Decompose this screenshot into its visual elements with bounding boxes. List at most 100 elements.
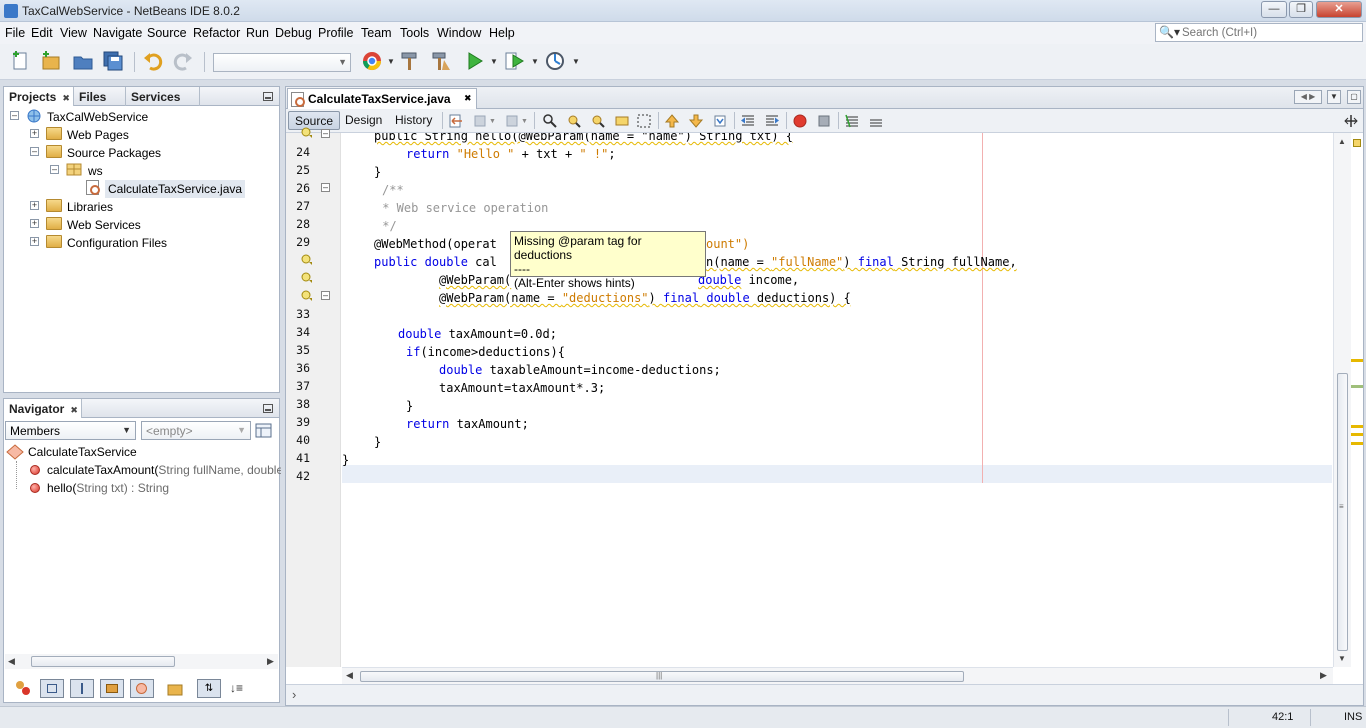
collapse-icon[interactable]: –	[50, 165, 59, 174]
warning-marker[interactable]	[1351, 442, 1363, 445]
stop-macro-icon[interactable]	[816, 113, 832, 129]
tab-navigator[interactable]: Navigator ✖	[4, 399, 82, 418]
menu-edit[interactable]: Edit	[31, 26, 53, 40]
chevron-down-icon[interactable]: ▼	[490, 57, 498, 66]
editor-hscrollbar[interactable]: ◀ ||| ▶	[342, 667, 1333, 684]
scroll-thumb[interactable]: ≡	[1337, 373, 1348, 651]
warning-marker[interactable]	[1351, 433, 1363, 436]
close-icon[interactable]: ✖	[464, 93, 472, 104]
navigator-class-node[interactable]: CalculateTaxService	[6, 443, 276, 461]
tab-services[interactable]: Services	[126, 87, 200, 106]
menu-help[interactable]: Help	[489, 26, 515, 40]
chevron-down-icon[interactable]: ▼	[521, 118, 528, 125]
tab-projects[interactable]: Projects ✖	[4, 87, 74, 106]
search-input[interactable]	[1182, 25, 1360, 40]
menu-debug[interactable]: Debug	[275, 26, 312, 40]
start-macro-icon[interactable]	[792, 113, 808, 129]
search-box[interactable]: 🔍▾	[1155, 23, 1363, 42]
collapse-icon[interactable]: –	[10, 111, 19, 120]
maximize-editor-icon[interactable]: ▢	[1347, 90, 1361, 104]
tab-design[interactable]: Design	[339, 111, 388, 130]
local-classes-filter-button[interactable]	[130, 679, 154, 698]
fold-collapse-icon[interactable]: –	[321, 183, 330, 192]
chevron-down-icon[interactable]: ▼	[387, 57, 395, 66]
debug-project-icon[interactable]	[503, 50, 525, 72]
undo-icon[interactable]	[142, 50, 164, 72]
tab-source[interactable]: Source	[288, 111, 341, 130]
close-icon[interactable]: ✖	[70, 405, 78, 415]
warning-icon[interactable]	[301, 272, 313, 284]
scroll-down-icon[interactable]: ▼	[1338, 654, 1346, 663]
menu-view[interactable]: View	[60, 26, 87, 40]
back-icon[interactable]	[472, 113, 488, 129]
occurrence-marker[interactable]	[1351, 385, 1363, 388]
editor-vscrollbar[interactable]: ▲ ≡ ▼	[1333, 133, 1351, 667]
expand-icon[interactable]: +	[30, 237, 39, 246]
restore-window-button[interactable]: ❐	[1289, 1, 1313, 18]
search-icon[interactable]: 🔍▾	[1159, 25, 1180, 39]
tab-calculate-tax-service[interactable]: CalculateTaxService.java ✖	[287, 88, 477, 109]
scroll-left-icon[interactable]: ◀	[346, 670, 353, 681]
menu-window[interactable]: Window	[437, 26, 481, 40]
redo-icon[interactable]	[172, 50, 194, 72]
last-edit-icon[interactable]	[448, 113, 464, 129]
non-public-filter-button[interactable]	[100, 679, 124, 698]
expand-icon[interactable]: +	[30, 129, 39, 138]
error-stripe[interactable]	[1351, 133, 1363, 667]
warning-icon[interactable]	[301, 254, 313, 266]
minimize-panel-icon[interactable]	[263, 92, 273, 101]
menu-source[interactable]: Source	[147, 26, 187, 40]
shift-left-icon[interactable]	[740, 113, 756, 129]
navigator-options-icon[interactable]	[255, 422, 272, 439]
expand-icon[interactable]: +	[30, 219, 39, 228]
scroll-left-icon[interactable]: ◀	[8, 656, 15, 667]
close-window-button[interactable]: ✕	[1316, 1, 1362, 18]
fold-collapse-icon[interactable]: –	[321, 129, 330, 138]
tab-history[interactable]: History	[389, 111, 438, 130]
menu-tools[interactable]: Tools	[400, 26, 429, 40]
toggle-highlight-icon[interactable]	[614, 113, 630, 129]
forward-icon[interactable]	[504, 113, 520, 129]
toggle-bookmark-icon[interactable]	[712, 113, 728, 129]
menu-file[interactable]: File	[5, 26, 25, 40]
save-all-icon[interactable]	[102, 50, 124, 72]
close-icon[interactable]: ✖	[62, 93, 70, 103]
static-filter-button[interactable]	[70, 679, 94, 698]
menu-run[interactable]: Run	[246, 26, 269, 40]
navigator-member-hello[interactable]: hello(String txt) : String	[6, 479, 281, 497]
comment-icon[interactable]	[844, 113, 860, 129]
minimize-window-button[interactable]: —	[1261, 1, 1287, 18]
chevron-down-icon[interactable]: ▼	[572, 57, 580, 66]
sort-by-name-icon[interactable]: ↓≡	[230, 681, 243, 695]
new-project-icon[interactable]	[40, 50, 62, 72]
tree-item-project[interactable]: – TaxCalWebService	[8, 107, 268, 125]
empty-select[interactable]: <empty> ▼	[141, 421, 251, 440]
split-editor-icon[interactable]	[1343, 113, 1359, 129]
show-opened-documents-icon[interactable]: ▼	[1327, 90, 1341, 104]
find-icon[interactable]	[542, 113, 558, 129]
clean-build-icon[interactable]	[430, 50, 452, 72]
navigator-hscrollbar[interactable]: ◀ ▶	[5, 654, 278, 669]
chevron-down-icon[interactable]: ▼	[489, 118, 496, 125]
sort-by-source-button[interactable]: ⇅	[197, 679, 221, 698]
open-project-icon[interactable]	[72, 50, 94, 72]
find-next-icon[interactable]	[590, 113, 606, 129]
toggle-rect-selection-icon[interactable]	[636, 113, 652, 129]
configuration-select[interactable]: ▼	[213, 53, 351, 72]
shift-right-icon[interactable]	[764, 113, 780, 129]
build-hammer-icon[interactable]	[399, 50, 421, 72]
expand-output-icon[interactable]: ›	[292, 687, 296, 702]
collapse-icon[interactable]: –	[30, 147, 39, 156]
chrome-browser-icon[interactable]	[361, 50, 383, 72]
fields-filter-button[interactable]	[40, 679, 64, 698]
menu-refactor[interactable]: Refactor	[193, 26, 240, 40]
warning-marker[interactable]	[1351, 425, 1363, 428]
previous-bookmark-icon[interactable]	[664, 113, 680, 129]
tree-item-libraries[interactable]: + Libraries	[8, 197, 268, 215]
tree-item-ws-package[interactable]: – ws	[8, 161, 268, 179]
tree-item-source-packages[interactable]: – Source Packages	[8, 143, 268, 161]
warning-summary-icon[interactable]	[1353, 139, 1361, 147]
navigator-member-calculate[interactable]: calculateTaxAmount(String fullName, doub…	[6, 461, 281, 479]
fold-collapse-icon[interactable]: –	[321, 291, 330, 300]
tree-item-web-pages[interactable]: + Web Pages	[8, 125, 268, 143]
